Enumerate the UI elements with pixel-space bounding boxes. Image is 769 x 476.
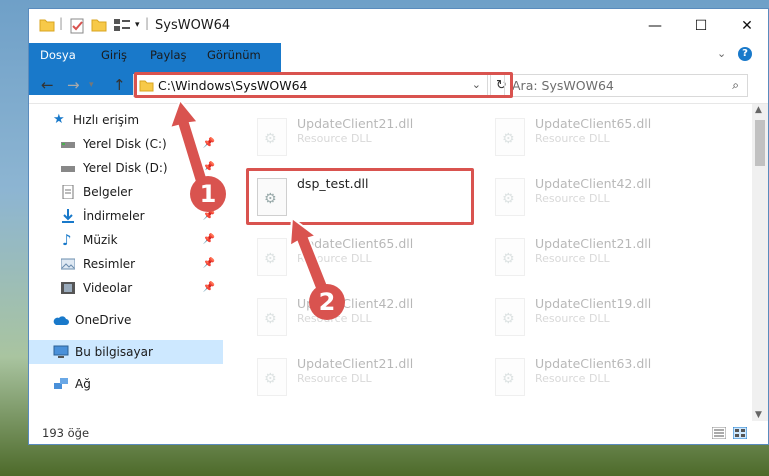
- arrow-1: [168, 97, 210, 187]
- annotation-arrows: [168, 97, 332, 298]
- step-2-badge: 2: [309, 284, 345, 320]
- step-1-badge: 1: [190, 176, 226, 212]
